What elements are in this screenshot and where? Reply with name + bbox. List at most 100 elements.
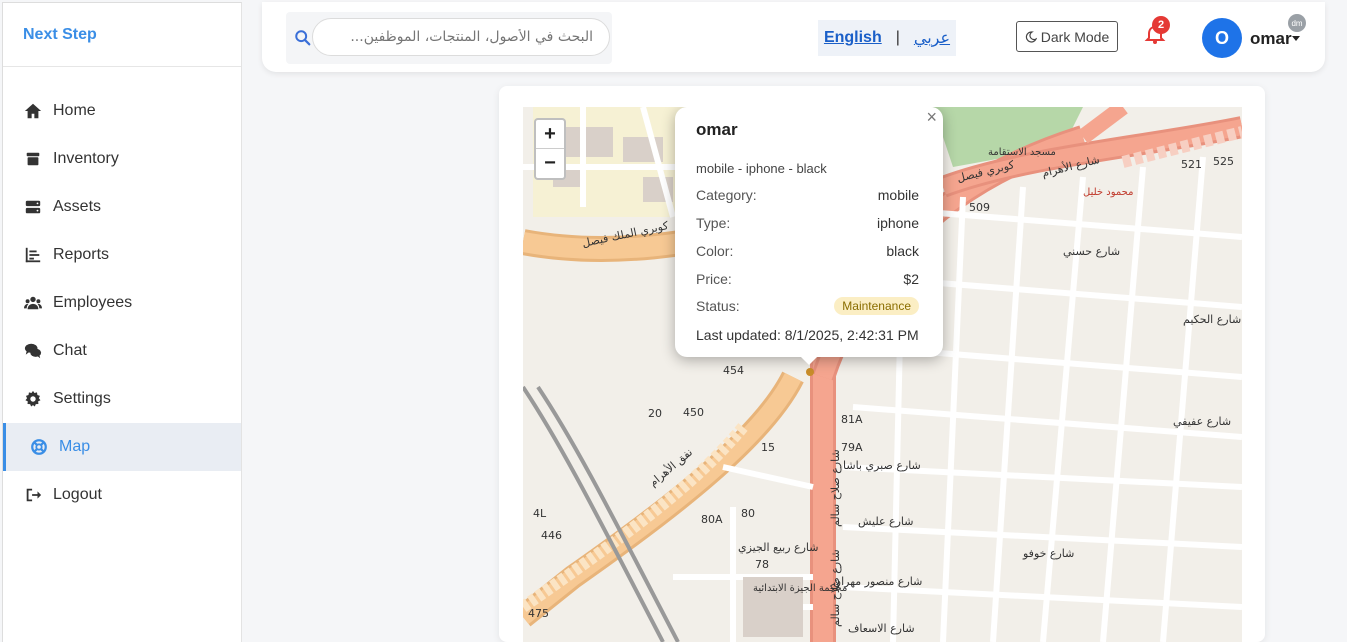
map-label: شارع عليش [858, 515, 914, 528]
map-label: 521 [1181, 158, 1202, 171]
map-label: شارع الحكيم [1183, 313, 1241, 326]
map-label: 446 [541, 529, 562, 542]
sidebar-item-home[interactable]: Home [3, 87, 241, 135]
map-label: نفق الأهرام [646, 445, 696, 490]
popup-row-color: Color: black [696, 243, 919, 259]
map-label: 4L [533, 507, 547, 520]
map-label: 78 [755, 558, 769, 571]
sidebar-item-logout[interactable]: Logout [3, 471, 241, 519]
avatar[interactable]: O [1202, 18, 1242, 58]
brand-logo[interactable]: Next Step [3, 3, 241, 67]
sidebar-item-chat[interactable]: Chat [3, 327, 241, 375]
user-name[interactable]: omar [1250, 29, 1292, 49]
map-label: 79A [841, 441, 863, 454]
lang-english-link[interactable]: English [824, 29, 882, 47]
sidebar-item-label: Reports [53, 246, 110, 263]
server-icon [23, 197, 43, 217]
map-label: مسجد الاستقامة [988, 147, 1056, 158]
map-label: شارع ربيع الجيزي [738, 541, 819, 554]
sidebar-nav: Home Inventory Assets Reports Employees … [3, 67, 241, 519]
map-label: شارع صلاح سالم [829, 449, 842, 527]
popup-subtitle: mobile - iphone - black [696, 161, 827, 176]
map-label: شارع صبري باشا [843, 459, 921, 472]
popup-row-category: Category: mobile [696, 187, 919, 203]
popup-row-label: Status: [696, 298, 740, 314]
map-label: محكمة الجيزة الابتدائية [753, 583, 847, 594]
lang-separator: | [895, 29, 900, 46]
popup-row-label: Color: [696, 243, 734, 259]
map-label: كوبري الملك فيصل [581, 219, 670, 250]
popup-row-value: $2 [903, 271, 919, 287]
map-label: شارع حسني [1063, 245, 1120, 258]
box-icon [23, 149, 43, 169]
map-label: محمود خليل [1083, 187, 1133, 198]
popup-row-label: Price: [696, 271, 732, 287]
popup-row-value: iphone [876, 215, 919, 231]
popup-row-label: Type: [696, 215, 731, 231]
map-label: 80 [741, 507, 755, 520]
popup-row-price: Price: $2 [696, 271, 919, 287]
zoom-out-button[interactable]: − [536, 149, 564, 178]
sidebar-item-label: Inventory [53, 150, 119, 167]
zoom-in-button[interactable]: + [536, 120, 564, 149]
logout-icon [23, 485, 43, 505]
sidebar-item-label: Home [53, 102, 96, 119]
search-box [286, 12, 612, 64]
sidebar-item-label: Assets [53, 198, 102, 215]
map-label: 525 [1213, 155, 1234, 168]
chart-icon [23, 245, 43, 265]
map-label: 80A [701, 513, 723, 526]
sidebar-item-label: Employees [53, 294, 133, 311]
sidebar-item-label: Chat [53, 342, 87, 359]
sidebar-item-inventory[interactable]: Inventory [3, 135, 241, 183]
map-card: كوبري الملك فيصل كوبري فيصل شارع الأهرام… [499, 86, 1265, 642]
home-icon [23, 101, 43, 121]
popup-row-value: black [886, 243, 919, 259]
sidebar-item-employees[interactable]: Employees [3, 279, 241, 327]
lifering-icon [29, 437, 49, 457]
popup-row-value: mobile [877, 187, 919, 203]
map-label: 20 [648, 407, 662, 420]
dark-mode-label: Dark Mode [1040, 28, 1110, 45]
notification-badge: 2 [1152, 16, 1170, 34]
popup-row-status: Status: Maintenance [696, 297, 919, 315]
map-label: 15 [761, 441, 775, 454]
gear-icon [23, 389, 43, 409]
popup-last-updated: Last updated: 8/1/2025, 2:42:31 PM [696, 327, 919, 343]
close-icon[interactable]: × [926, 107, 937, 128]
popup-row-type: Type: iphone [696, 215, 919, 231]
chat-icon [23, 341, 43, 361]
map-label: 475 [528, 607, 549, 620]
sidebar-item-reports[interactable]: Reports [3, 231, 241, 279]
top-bar: English | عربي Dark Mode 2 O dm omar [262, 2, 1325, 72]
map-label: كوبري فيصل [956, 158, 1017, 185]
search-input[interactable] [312, 18, 610, 56]
dark-mode-button[interactable]: Dark Mode [1016, 21, 1118, 52]
map-label: 450 [683, 406, 704, 419]
sidebar-item-settings[interactable]: Settings [3, 375, 241, 423]
status-badge: Maintenance [834, 297, 919, 315]
moon-icon [1025, 30, 1037, 43]
sidebar-item-assets[interactable]: Assets [3, 183, 241, 231]
sidebar-item-label: Map [59, 438, 91, 455]
zoom-control: + − [534, 118, 566, 180]
popup-updated-label: Last updated: [696, 327, 781, 343]
popup-row-label: Category: [696, 187, 757, 203]
sidebar-item-label: Settings [53, 390, 111, 407]
popup-tip [799, 355, 819, 365]
map-label: 81A [841, 413, 863, 426]
chevron-down-icon[interactable] [1292, 36, 1300, 41]
map-label: شارع الاسعاف [848, 622, 915, 635]
language-switcher: English | عربي [818, 20, 956, 56]
lang-arabic-link[interactable]: عربي [914, 28, 950, 48]
map-label: شارع خوفو [1022, 547, 1074, 560]
sidebar-item-label: Logout [53, 486, 102, 503]
popup-updated-value: 8/1/2025, 2:42:31 PM [784, 327, 919, 343]
sidebar: Next Step Home Inventory Assets Reports … [2, 2, 242, 642]
search-icon[interactable] [294, 29, 312, 47]
sidebar-item-map[interactable]: Map [3, 423, 241, 471]
map-view[interactable]: كوبري الملك فيصل كوبري فيصل شارع الأهرام… [523, 107, 1242, 642]
users-icon [23, 293, 43, 313]
map-label: شارع عفيفي [1173, 415, 1231, 428]
asset-popup: × omar mobile - iphone - black Category:… [675, 107, 943, 357]
